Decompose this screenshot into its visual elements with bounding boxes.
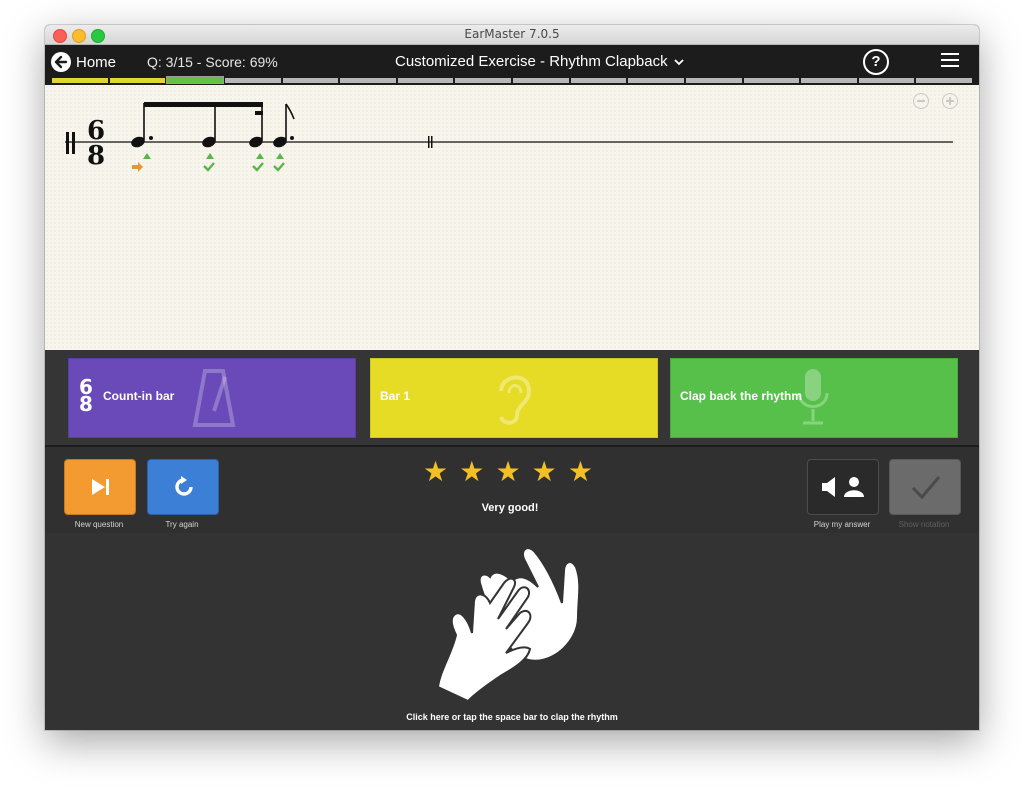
bar-panels: 68 Count-in bar Bar 1 Clap back the rhyt…: [45, 350, 979, 445]
minimize-window-button[interactable]: [72, 29, 86, 43]
verdict-text: Very good!: [481, 502, 539, 514]
checkmark-icon: [911, 476, 941, 500]
title-bar: EarMaster 7.0.5: [45, 25, 979, 45]
count-in-label: Count-in bar: [103, 389, 175, 403]
clap-back-panel[interactable]: Clap back the rhythm: [670, 358, 958, 438]
window-title: EarMaster 7.0.5: [464, 27, 560, 41]
show-notation-button[interactable]: [889, 459, 961, 515]
clapping-hands-icon: [436, 547, 581, 703]
progress-segment: [628, 78, 684, 83]
home-label: Home: [76, 53, 117, 71]
progress-segment: [570, 78, 627, 83]
progress-segment: [801, 78, 857, 83]
bar-1-label: Bar 1: [380, 389, 411, 403]
hamburger-menu-icon[interactable]: [941, 53, 959, 67]
onset-marker-3: [252, 153, 264, 172]
rating-stars: ★ ★ ★ ★ ★: [423, 457, 593, 487]
try-again-button[interactable]: [147, 459, 219, 515]
exercise-title: Customized Exercise - Rhythm Clapback: [395, 53, 668, 70]
new-question-label: New question: [74, 520, 124, 529]
progress-segment: [340, 78, 396, 83]
onset-marker-2: [203, 153, 215, 172]
show-notation-label: Show notation: [898, 520, 950, 529]
progress-segment: [685, 78, 742, 83]
progress-segment: [397, 78, 454, 83]
star-icon: ★: [495, 456, 521, 487]
progress-segment: [513, 78, 569, 83]
star-icon: ★: [567, 456, 593, 487]
count-in-bar-panel[interactable]: 68 Count-in bar: [68, 358, 356, 438]
app-window: EarMaster 7.0.5 Home Q: 3/15 - Score: 69…: [45, 25, 979, 730]
start-arrow-icon: [132, 162, 143, 172]
chevron-down-icon: [673, 58, 684, 65]
progress-segment: [282, 78, 339, 83]
beam: [144, 102, 263, 107]
ear-icon: [499, 375, 532, 425]
clap-instruction: Click here or tap the space bar to clap …: [406, 712, 618, 722]
note-eighth-2: [202, 104, 216, 148]
back-arrow-icon: [51, 52, 71, 72]
play-my-answer-button[interactable]: [807, 459, 879, 515]
bar-1-panel[interactable]: Bar 1: [370, 358, 658, 438]
bar-line: [428, 136, 430, 148]
clap-area[interactable]: Click here or tap the space bar to clap …: [45, 533, 979, 730]
onset-marker-1: [143, 153, 151, 159]
progress-segment: [166, 76, 224, 84]
new-question-button[interactable]: [64, 459, 136, 515]
exercise-title-dropdown[interactable]: Customized Exercise - Rhythm Clapback: [395, 53, 684, 70]
home-button[interactable]: Home: [51, 50, 116, 74]
time-sig-bottom: 8: [87, 141, 105, 171]
metronome-icon: [192, 369, 236, 427]
progress-segment: [52, 78, 108, 83]
percussion-clef-icon: [66, 132, 69, 154]
notation-area: 6 8: [45, 85, 979, 350]
microphone-icon: [797, 369, 829, 425]
play-my-answer-label: Play my answer: [813, 520, 871, 529]
progress-segment: [224, 78, 281, 83]
control-bar: New question Try again ★ ★ ★ ★ ★ Very good! …: [45, 445, 979, 538]
clap-back-label: Clap back the rhythm: [680, 389, 803, 403]
rhythm-staff: 6 8: [65, 102, 953, 172]
progress-segment: [916, 78, 972, 83]
retry-icon: [175, 476, 193, 496]
skip-next-icon: [92, 479, 109, 495]
speaker-person-icon: [822, 477, 864, 497]
progress-segment: [455, 78, 511, 83]
zoom-window-button[interactable]: [91, 29, 105, 43]
progress-segment: [858, 78, 915, 83]
question-score: Q: 3/15 - Score: 69%: [147, 54, 278, 70]
top-bar: Home Q: 3/15 - Score: 69% Customized Exe…: [45, 45, 979, 85]
help-button[interactable]: ?: [863, 49, 889, 75]
star-icon: ★: [459, 456, 485, 487]
note-sixteenth-3: [249, 104, 263, 148]
onset-marker-4: [273, 153, 285, 172]
try-again-label: Try again: [165, 520, 199, 529]
progress-segment: [743, 78, 800, 83]
progress-segment: [109, 78, 166, 83]
star-icon: ★: [423, 456, 449, 487]
count-in-time-signature: 68: [79, 375, 93, 416]
close-window-button[interactable]: [53, 29, 67, 43]
question-progress-bar: [52, 76, 972, 84]
star-icon: ★: [531, 456, 557, 487]
